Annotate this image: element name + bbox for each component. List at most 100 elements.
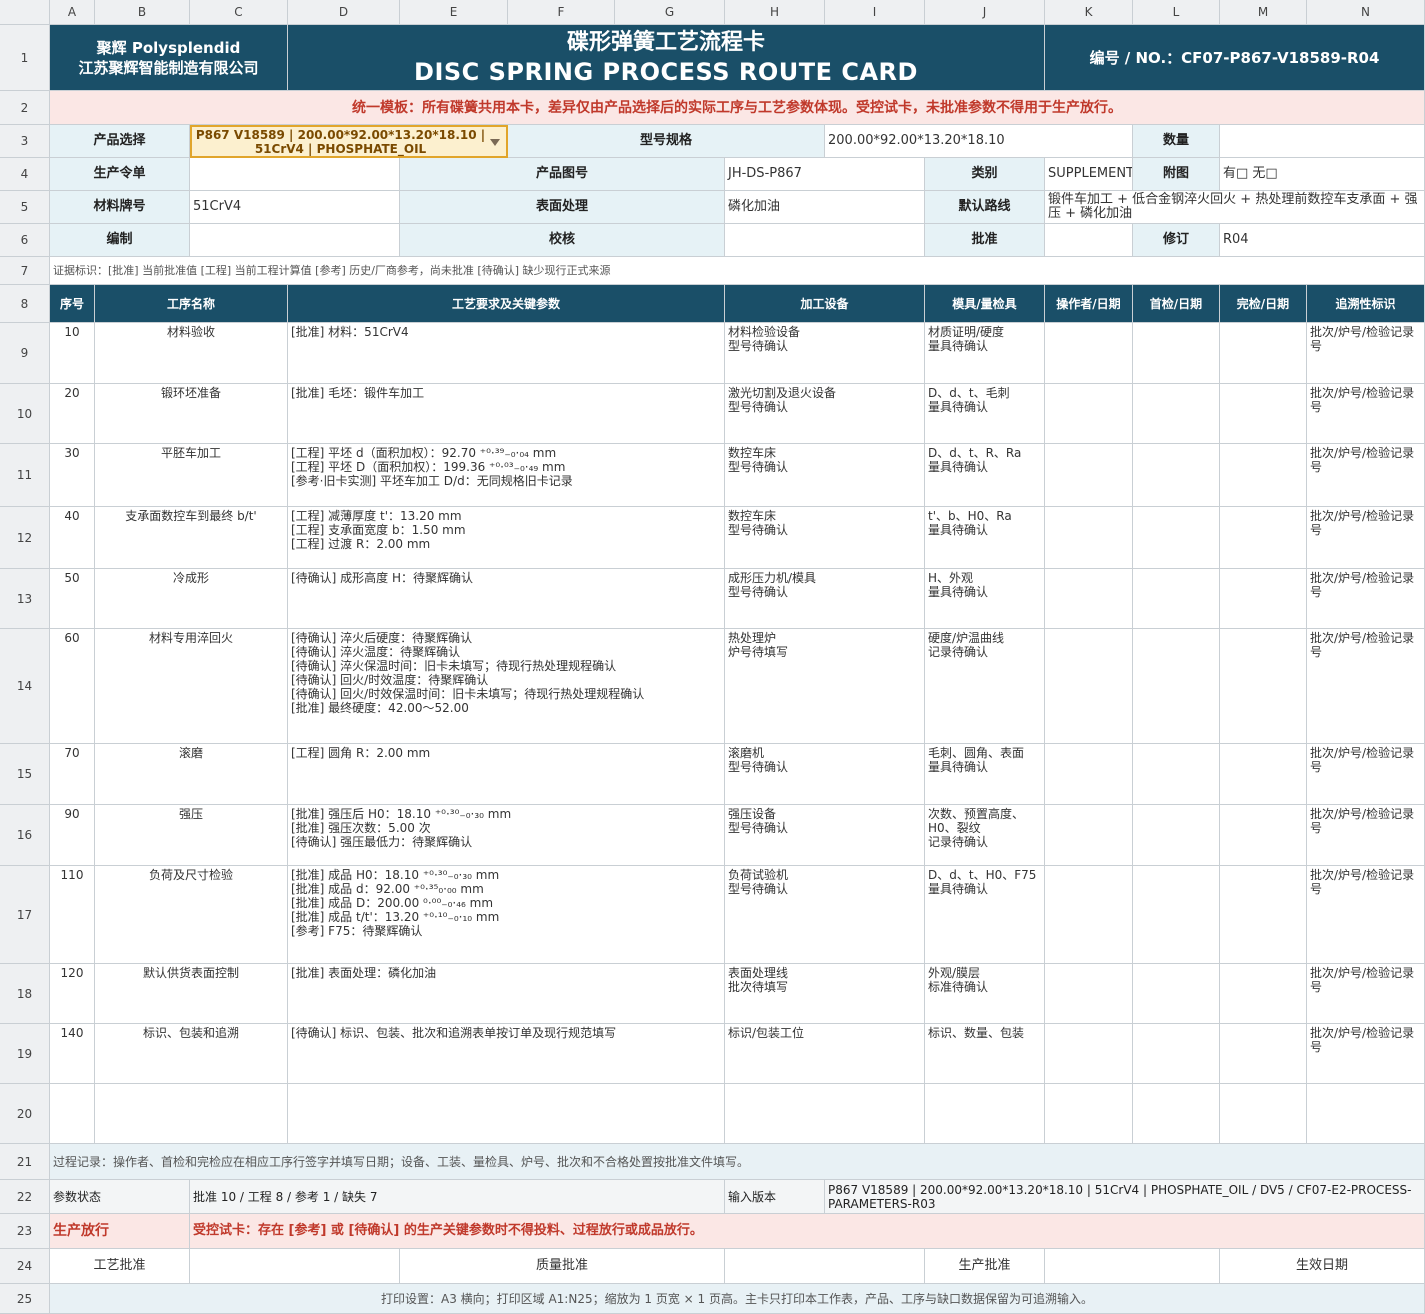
drawing-value[interactable]: JH-DS-P867 <box>725 158 925 191</box>
input-version-value[interactable]: P867 V18589 | 200.00*92.00*13.20*18.10 |… <box>825 1180 1425 1214</box>
step-first-inspection-cell[interactable] <box>1133 964 1220 1024</box>
category-value[interactable]: SUPPLEMENTARY <box>1045 158 1133 191</box>
process-approval-field[interactable] <box>190 1249 400 1284</box>
step-first-inspection-cell[interactable] <box>1133 444 1220 507</box>
step-traceability[interactable]: 批次/炉号/检验记录号 <box>1307 1024 1425 1084</box>
empty-row-cell[interactable] <box>925 1084 1045 1144</box>
row-header-20[interactable]: 20 <box>0 1084 50 1144</box>
step-operator-cell[interactable] <box>1045 1024 1133 1084</box>
step-requirements[interactable]: [批准] 表面处理：磷化加油 <box>288 964 725 1024</box>
step-requirements[interactable]: [工程] 圆角 R：2.00 mm <box>288 744 725 805</box>
step-tooling[interactable]: 次数、预置高度、H0、裂纹 记录待确认 <box>925 805 1045 866</box>
step-equipment[interactable]: 表面处理线 批次待填写 <box>725 964 925 1024</box>
model-spec-value[interactable]: 200.00*92.00*13.20*18.10 <box>825 125 1133 158</box>
step-requirements[interactable]: [批准] 材料：51CrV4 <box>288 323 725 384</box>
step-traceability[interactable]: 批次/炉号/检验记录号 <box>1307 507 1425 569</box>
row-header-8[interactable]: 8 <box>0 285 50 323</box>
step-final-inspection-cell[interactable] <box>1220 384 1307 444</box>
step-seq[interactable]: 120 <box>50 964 95 1024</box>
step-operator-cell[interactable] <box>1045 964 1133 1024</box>
production-approval-field[interactable] <box>1045 1249 1220 1284</box>
step-operator-cell[interactable] <box>1045 384 1133 444</box>
empty-row-cell[interactable] <box>50 1084 95 1144</box>
step-final-inspection-cell[interactable] <box>1220 444 1307 507</box>
row-header-13[interactable]: 13 <box>0 569 50 629</box>
check-value[interactable] <box>725 224 925 257</box>
column-header-f[interactable]: F <box>508 0 615 25</box>
step-operator-cell[interactable] <box>1045 569 1133 629</box>
step-requirements[interactable]: [批准] 成品 H0：18.10 ⁺⁰·³⁰₋₀·₃₀ mm [批准] 成品 d… <box>288 866 725 964</box>
step-equipment[interactable]: 材料检验设备 型号待确认 <box>725 323 925 384</box>
column-header-i[interactable]: I <box>825 0 925 25</box>
step-seq[interactable]: 20 <box>50 384 95 444</box>
step-tooling[interactable]: 毛刺、圆角、表面 量具待确认 <box>925 744 1045 805</box>
step-final-inspection-cell[interactable] <box>1220 866 1307 964</box>
step-traceability[interactable]: 批次/炉号/检验记录号 <box>1307 805 1425 866</box>
row-header-1[interactable]: 1 <box>0 25 50 91</box>
row-header-7[interactable]: 7 <box>0 257 50 285</box>
step-name[interactable]: 强压 <box>95 805 288 866</box>
row-header-22[interactable]: 22 <box>0 1180 50 1214</box>
step-name[interactable]: 标识、包装和追溯 <box>95 1024 288 1084</box>
step-traceability[interactable]: 批次/炉号/检验记录号 <box>1307 444 1425 507</box>
step-tooling[interactable]: D、d、t、R、Ra 量具待确认 <box>925 444 1045 507</box>
step-traceability[interactable]: 批次/炉号/检验记录号 <box>1307 866 1425 964</box>
step-operator-cell[interactable] <box>1045 866 1133 964</box>
column-header-n[interactable]: N <box>1307 0 1425 25</box>
row-header-12[interactable]: 12 <box>0 507 50 569</box>
product-select-dropdown[interactable]: P867 V18589 | 200.00*92.00*13.20*18.10 |… <box>190 125 508 158</box>
empty-row-cell[interactable] <box>1133 1084 1220 1144</box>
empty-row-cell[interactable] <box>95 1084 288 1144</box>
step-first-inspection-cell[interactable] <box>1133 323 1220 384</box>
step-requirements[interactable]: [批准] 强压后 H0：18.10 ⁺⁰·³⁰₋₀·₃₀ mm [批准] 强压次… <box>288 805 725 866</box>
column-header-l[interactable]: L <box>1133 0 1220 25</box>
step-final-inspection-cell[interactable] <box>1220 323 1307 384</box>
row-header-18[interactable]: 18 <box>0 964 50 1024</box>
step-first-inspection-cell[interactable] <box>1133 866 1220 964</box>
param-status-value[interactable]: 批准 10 / 工程 8 / 参考 1 / 缺失 7 <box>190 1180 725 1214</box>
row-header-11[interactable]: 11 <box>0 444 50 507</box>
step-traceability[interactable]: 批次/炉号/检验记录号 <box>1307 384 1425 444</box>
step-tooling[interactable]: t'、b、H0、Ra 量具待确认 <box>925 507 1045 569</box>
step-name[interactable]: 材料验收 <box>95 323 288 384</box>
step-name[interactable]: 平胚车加工 <box>95 444 288 507</box>
step-seq[interactable]: 90 <box>50 805 95 866</box>
row-header-2[interactable]: 2 <box>0 91 50 125</box>
surface-value[interactable]: 磷化加油 <box>725 191 925 224</box>
step-first-inspection-cell[interactable] <box>1133 744 1220 805</box>
step-tooling[interactable]: D、d、t、H0、F75 量具待确认 <box>925 866 1045 964</box>
row-header-17[interactable]: 17 <box>0 866 50 964</box>
row-header-5[interactable]: 5 <box>0 191 50 224</box>
step-seq[interactable]: 10 <box>50 323 95 384</box>
step-equipment[interactable]: 强压设备 型号待确认 <box>725 805 925 866</box>
quality-approval-field[interactable] <box>725 1249 925 1284</box>
row-header-19[interactable]: 19 <box>0 1024 50 1084</box>
step-requirements[interactable]: [工程] 减薄厚度 t'：13.20 mm [工程] 支承面宽度 b：1.50 … <box>288 507 725 569</box>
column-header-e[interactable]: E <box>400 0 508 25</box>
step-first-inspection-cell[interactable] <box>1133 1024 1220 1084</box>
compile-value[interactable] <box>190 224 400 257</box>
step-operator-cell[interactable] <box>1045 744 1133 805</box>
quantity-value[interactable] <box>1220 125 1425 158</box>
step-requirements[interactable]: [待确认] 成形高度 H：待聚辉确认 <box>288 569 725 629</box>
row-header-23[interactable]: 23 <box>0 1214 50 1249</box>
step-operator-cell[interactable] <box>1045 507 1133 569</box>
row-header-16[interactable]: 16 <box>0 805 50 866</box>
step-final-inspection-cell[interactable] <box>1220 964 1307 1024</box>
step-first-inspection-cell[interactable] <box>1133 629 1220 744</box>
step-seq[interactable]: 70 <box>50 744 95 805</box>
step-equipment[interactable]: 标识/包装工位 <box>725 1024 925 1084</box>
row-header-10[interactable]: 10 <box>0 384 50 444</box>
step-operator-cell[interactable] <box>1045 323 1133 384</box>
step-seq[interactable]: 140 <box>50 1024 95 1084</box>
step-equipment[interactable]: 数控车床 型号待确认 <box>725 444 925 507</box>
step-operator-cell[interactable] <box>1045 444 1133 507</box>
step-equipment[interactable]: 热处理炉 炉号待填写 <box>725 629 925 744</box>
column-header-g[interactable]: G <box>615 0 725 25</box>
step-traceability[interactable]: 批次/炉号/检验记录号 <box>1307 323 1425 384</box>
step-requirements[interactable]: [待确认] 标识、包装、批次和追溯表单按订单及现行规范填写 <box>288 1024 725 1084</box>
attachment-value[interactable]: 有□ 无□ <box>1220 158 1425 191</box>
step-tooling[interactable]: H、外观 量具待确认 <box>925 569 1045 629</box>
route-value[interactable]: 锻件车加工 + 低合金钢淬火回火 + 热处理前数控车支承面 + 强压 + 磷化加… <box>1045 191 1425 224</box>
step-equipment[interactable]: 滚磨机 型号待确认 <box>725 744 925 805</box>
